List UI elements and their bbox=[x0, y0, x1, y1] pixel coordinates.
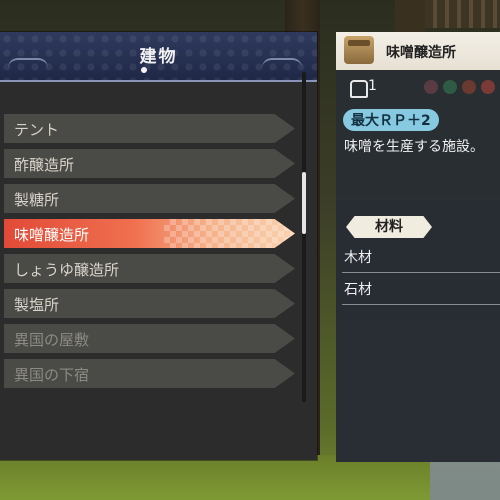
leaf-icon bbox=[443, 80, 457, 94]
building-icon bbox=[344, 36, 374, 64]
list-item-label: 酢醸造所 bbox=[14, 156, 75, 174]
building-description: 味噌を生産する施設。 bbox=[344, 139, 484, 155]
list-item-selected[interactable]: 味噌醸造所 bbox=[4, 219, 295, 248]
background-fence bbox=[425, 0, 500, 28]
list-item[interactable]: 異国の下宿 bbox=[4, 359, 295, 388]
materials-heading: 材料 bbox=[346, 216, 432, 238]
list-scrollbar-track[interactable] bbox=[302, 72, 306, 402]
list-item[interactable]: 異国の屋敷 bbox=[4, 324, 295, 353]
building-list[interactable]: テント 酢醸造所 製糖所 味噌醸造所 しょうゆ醸造所 製塩所 異国の屋敷 異国の… bbox=[0, 92, 300, 442]
material-row: 木材 bbox=[342, 242, 500, 273]
material-name: 石材 bbox=[344, 282, 372, 298]
materials-panel bbox=[336, 200, 500, 462]
list-item-label: 製糖所 bbox=[14, 191, 60, 209]
page-indicator-dot bbox=[141, 67, 147, 73]
detail-title: 味噌醸造所 bbox=[386, 45, 456, 61]
detail-header: 味噌醸造所 bbox=[336, 32, 500, 70]
season-indicators bbox=[424, 80, 495, 94]
material-row: 石材 bbox=[342, 274, 500, 305]
flower-icon bbox=[424, 80, 438, 94]
list-item[interactable]: テント bbox=[4, 114, 295, 143]
material-name: 木材 bbox=[344, 250, 372, 266]
list-item[interactable]: 製塩所 bbox=[4, 289, 295, 318]
selection-pattern bbox=[164, 219, 295, 248]
list-item[interactable]: 酢醸造所 bbox=[4, 149, 295, 178]
list-item-label: 異国の屋敷 bbox=[14, 331, 90, 349]
list-item-label: テント bbox=[14, 121, 60, 139]
list-item-label: しょうゆ醸造所 bbox=[14, 261, 120, 279]
rp-bonus-tag: 最大ＲＰ＋2 bbox=[343, 109, 439, 131]
person-icon bbox=[350, 80, 368, 98]
list-scrollbar-thumb[interactable] bbox=[302, 172, 306, 234]
building-count: 1 bbox=[368, 78, 377, 94]
panel-header: 建物 bbox=[0, 32, 317, 82]
list-item[interactable]: しょうゆ醸造所 bbox=[4, 254, 295, 283]
building-list-panel: 建物 テント 酢醸造所 製糖所 味噌醸造所 しょうゆ醸造所 製塩所 異国の屋敷 … bbox=[0, 32, 317, 460]
list-item[interactable]: 製糖所 bbox=[4, 184, 295, 213]
list-item-label: 異国の下宿 bbox=[14, 366, 90, 384]
list-item-label: 味噌醸造所 bbox=[14, 226, 90, 244]
list-item-label: 製塩所 bbox=[14, 296, 60, 314]
panel-title: 建物 bbox=[139, 47, 178, 67]
snow-icon bbox=[481, 80, 495, 94]
maple-icon bbox=[462, 80, 476, 94]
